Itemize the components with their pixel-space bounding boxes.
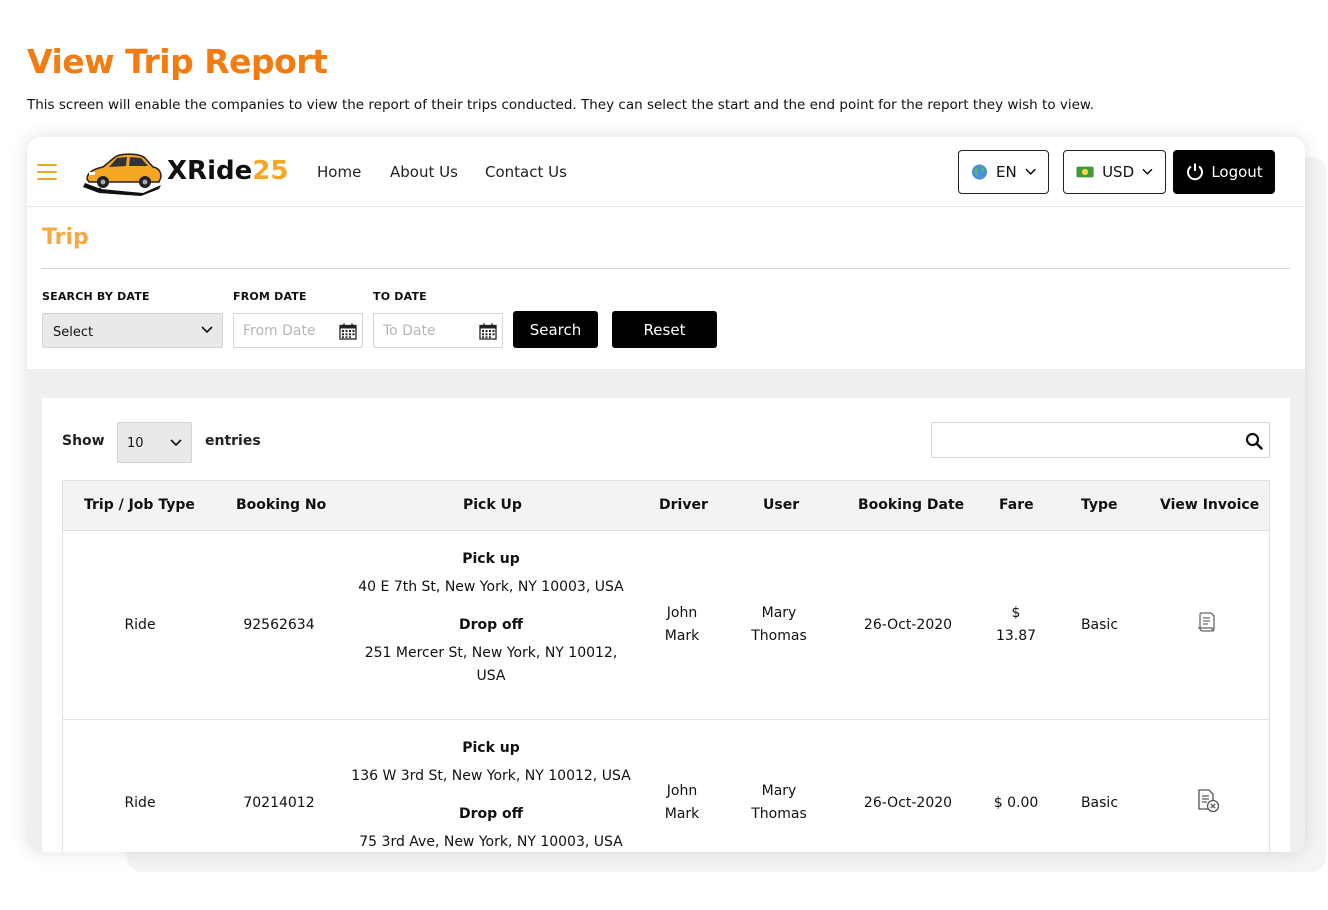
col-trip-job-type[interactable]: Trip / Job Type xyxy=(84,497,195,513)
brand-name: XRide25 xyxy=(167,156,289,186)
chevron-down-icon xyxy=(1142,168,1153,175)
pickup-heading: Pick up xyxy=(462,551,520,567)
table-header: Trip / Job Type Booking No Pick Up Drive… xyxy=(63,480,1269,531)
trip-table: Trip / Job Type Booking No Pick Up Drive… xyxy=(62,480,1270,852)
job-type-cell: Ride xyxy=(124,795,156,811)
col-view-invoice[interactable]: View Invoice xyxy=(1160,497,1259,513)
pickup-cell: Pick up 40 E 7th St, New York, NY 10003,… xyxy=(343,548,639,688)
report-card: Show 10 entries Trip / Job Type Booking … xyxy=(42,398,1290,852)
page-title: View Trip Report xyxy=(27,42,328,81)
job-type-cell: Ride xyxy=(124,617,156,633)
invoice-cancelled-icon[interactable] xyxy=(1195,788,1221,814)
show-label: Show xyxy=(62,433,105,449)
page-description: This screen will enable the companies to… xyxy=(27,97,1095,113)
fare-cell: $ 0.00 xyxy=(993,795,1039,811)
to-date-label: TO DATE xyxy=(373,290,427,303)
calendar-icon[interactable] xyxy=(339,323,357,340)
section-title: Trip xyxy=(42,225,89,250)
entries-label: entries xyxy=(205,433,261,449)
app-window: XRide25 Home About Us Contact Us EN USD xyxy=(27,137,1305,852)
driver-cell: John Mark xyxy=(664,783,700,822)
invoice-icon[interactable] xyxy=(1195,610,1219,634)
user-cell: Mary Thomas xyxy=(751,783,807,822)
user-cell: Mary Thomas xyxy=(751,605,807,644)
search-button[interactable]: Search xyxy=(513,311,598,348)
dropoff-address: 75 3rd Ave, New York, NY 10003, USA xyxy=(359,834,623,850)
nav-home-link[interactable]: Home xyxy=(317,163,361,181)
from-date-placeholder: From Date xyxy=(243,323,316,339)
dropoff-heading: Drop off xyxy=(459,806,523,822)
entries-per-page-select[interactable]: 10 xyxy=(117,422,192,463)
search-by-date-value: Select xyxy=(53,325,94,340)
to-date-input[interactable]: To Date xyxy=(373,313,503,348)
chevron-down-icon xyxy=(170,439,182,447)
table-row: Ride 92562634 Pick up 40 E 7th St, New Y… xyxy=(63,531,1269,720)
car-logo-icon xyxy=(83,153,162,196)
col-user[interactable]: User xyxy=(763,497,799,513)
search-by-date-select[interactable]: Select xyxy=(42,313,223,348)
content-background: Show 10 entries Trip / Job Type Booking … xyxy=(27,369,1305,852)
nav-contact-link[interactable]: Contact Us xyxy=(485,163,567,181)
brand-logo[interactable]: XRide25 xyxy=(81,149,289,197)
language-dropdown[interactable]: EN xyxy=(958,150,1049,194)
col-booking-date[interactable]: Booking Date xyxy=(858,497,964,513)
pickup-cell: Pick up 136 W 3rd St, New York, NY 10012… xyxy=(343,737,639,852)
type-cell: Basic xyxy=(1080,795,1119,811)
col-fare[interactable]: Fare xyxy=(999,497,1034,513)
dropoff-heading: Drop off xyxy=(459,617,523,633)
table-search-input[interactable] xyxy=(931,422,1270,458)
currency-dropdown[interactable]: USD xyxy=(1063,150,1166,194)
from-date-label: FROM DATE xyxy=(233,290,307,303)
nav-about-link[interactable]: About Us xyxy=(390,163,458,181)
table-row: Ride 70214012 Pick up 136 W 3rd St, New … xyxy=(63,720,1269,852)
money-icon xyxy=(1076,166,1094,178)
pickup-address: 136 W 3rd St, New York, NY 10012, USA xyxy=(351,768,631,784)
chevron-down-icon xyxy=(201,326,213,334)
logout-button[interactable]: Logout xyxy=(1173,150,1275,194)
power-icon xyxy=(1187,163,1204,181)
entries-value: 10 xyxy=(127,436,144,451)
col-type[interactable]: Type xyxy=(1081,497,1118,513)
language-label: EN xyxy=(995,163,1017,181)
booking-no-cell: 92562634 xyxy=(243,617,315,633)
chevron-down-icon xyxy=(1025,168,1036,175)
pickup-address: 40 E 7th St, New York, NY 10003, USA xyxy=(358,579,624,595)
col-pick-up[interactable]: Pick Up xyxy=(463,497,522,513)
calendar-icon[interactable] xyxy=(479,323,497,340)
col-driver[interactable]: Driver xyxy=(659,497,708,513)
fare-cell: $13.87 xyxy=(995,605,1037,644)
type-cell: Basic xyxy=(1080,617,1119,633)
dropoff-address: 251 Mercer St, New York, NY 10012, xyxy=(364,645,618,661)
reset-button[interactable]: Reset xyxy=(612,311,717,348)
divider xyxy=(41,268,1290,269)
booking-no-cell: 70214012 xyxy=(243,795,315,811)
globe-icon xyxy=(971,164,988,180)
search-icon[interactable] xyxy=(1245,432,1263,450)
col-booking-no[interactable]: Booking No xyxy=(236,497,326,513)
currency-label: USD xyxy=(1102,163,1135,181)
pickup-heading: Pick up xyxy=(462,740,520,756)
logout-label: Logout xyxy=(1211,163,1263,181)
booking-date-cell: 26-Oct-2020 xyxy=(863,617,953,633)
from-date-input[interactable]: From Date xyxy=(233,313,363,348)
driver-cell: John Mark xyxy=(664,605,700,644)
hamburger-menu-icon[interactable] xyxy=(37,164,57,180)
navbar: XRide25 Home About Us Contact Us EN USD xyxy=(27,137,1305,207)
dropoff-address-cont: USA xyxy=(476,668,506,684)
search-by-date-label: SEARCH BY DATE xyxy=(42,290,150,303)
to-date-placeholder: To Date xyxy=(383,323,436,339)
booking-date-cell: 26-Oct-2020 xyxy=(863,795,953,811)
